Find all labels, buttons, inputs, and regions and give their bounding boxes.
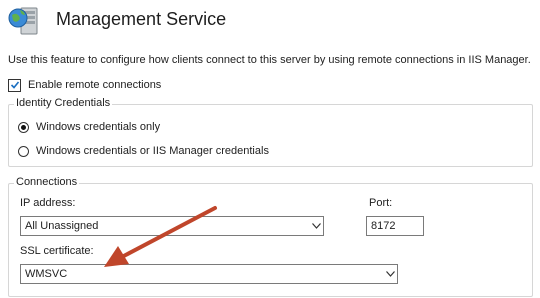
server-globe-icon [8,6,42,36]
radio-button[interactable] [18,145,29,157]
port-input[interactable]: 8172 [366,216,424,236]
ip-address-value: All Unassigned [25,220,99,232]
description-text: Use this feature to configure how client… [8,54,531,66]
ip-address-label: IP address: [20,197,76,209]
radio-label: Windows credentials or IIS Manager crede… [36,145,269,157]
connections-legend: Connections [14,176,80,188]
identity-credentials-legend: Identity Credentials [14,97,113,109]
radio-windows-or-iis-credentials[interactable]: Windows credentials or IIS Manager crede… [18,143,269,159]
enable-remote-connections-label: Enable remote connections [28,79,162,91]
ssl-certificate-select[interactable]: WMSVC [20,264,398,284]
ssl-certificate-value: WMSVC [25,268,68,280]
ip-address-select[interactable]: All Unassigned [20,216,324,236]
enable-remote-connections-checkbox[interactable] [8,78,21,92]
port-label: Port: [369,197,393,209]
port-value: 8172 [371,220,396,232]
chevron-down-icon [309,217,323,235]
radio-button-selected[interactable] [18,121,29,133]
enable-remote-connections-row[interactable]: Enable remote connections [8,77,161,93]
checkmark-icon [10,81,19,89]
chevron-down-icon [383,265,397,283]
page-title: Management Service [56,9,227,29]
radio-label: Windows credentials only [36,121,161,133]
ssl-certificate-label: SSL certificate: [20,245,94,257]
radio-windows-credentials-only[interactable]: Windows credentials only [18,119,160,135]
